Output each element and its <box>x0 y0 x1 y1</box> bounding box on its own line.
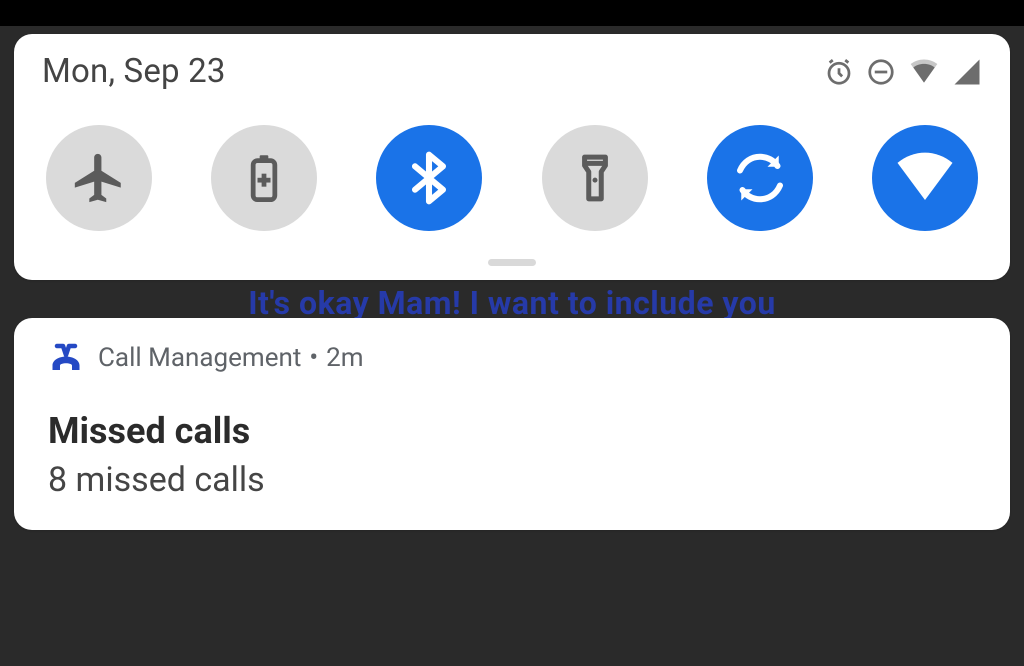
battery-saver-tile[interactable] <box>211 125 317 231</box>
alarm-icon <box>824 57 854 87</box>
quick-settings-tiles <box>42 91 982 241</box>
rotate-icon <box>730 148 790 208</box>
status-row: Mon, Sep 23 <box>42 52 982 91</box>
wifi-tile[interactable] <box>872 125 978 231</box>
wifi-signal-icon <box>908 57 940 87</box>
notification-header: Call Management • 2m <box>48 340 976 376</box>
status-icons <box>824 57 982 87</box>
do-not-disturb-icon <box>866 57 896 87</box>
expand-handle[interactable] <box>488 259 536 266</box>
notification-shade: Mon, Sep 23 <box>0 26 1024 666</box>
notification-age: 2m <box>326 343 363 373</box>
notification-app-name: Call Management <box>98 343 301 373</box>
notification-card[interactable]: Call Management • 2m Missed calls 8 miss… <box>14 318 1010 530</box>
airplane-mode-tile[interactable] <box>46 125 152 231</box>
notification-title: Missed calls <box>48 410 976 452</box>
flashlight-tile[interactable] <box>542 125 648 231</box>
flashlight-icon <box>570 153 620 203</box>
bluetooth-tile[interactable] <box>376 125 482 231</box>
auto-rotate-tile[interactable] <box>707 125 813 231</box>
airplane-icon <box>70 149 128 207</box>
quick-settings-panel: Mon, Sep 23 <box>14 34 1010 280</box>
background-peek-text: It's okay Mam! I want to include you <box>0 284 1024 322</box>
phone-app-icon <box>48 340 84 376</box>
bluetooth-icon <box>401 150 457 206</box>
notification-separator: • <box>309 343 318 373</box>
cellular-signal-icon <box>952 57 982 87</box>
wifi-icon <box>892 145 958 211</box>
date-label: Mon, Sep 23 <box>42 52 226 91</box>
battery-plus-icon <box>238 152 290 204</box>
notification-body: 8 missed calls <box>48 460 976 500</box>
